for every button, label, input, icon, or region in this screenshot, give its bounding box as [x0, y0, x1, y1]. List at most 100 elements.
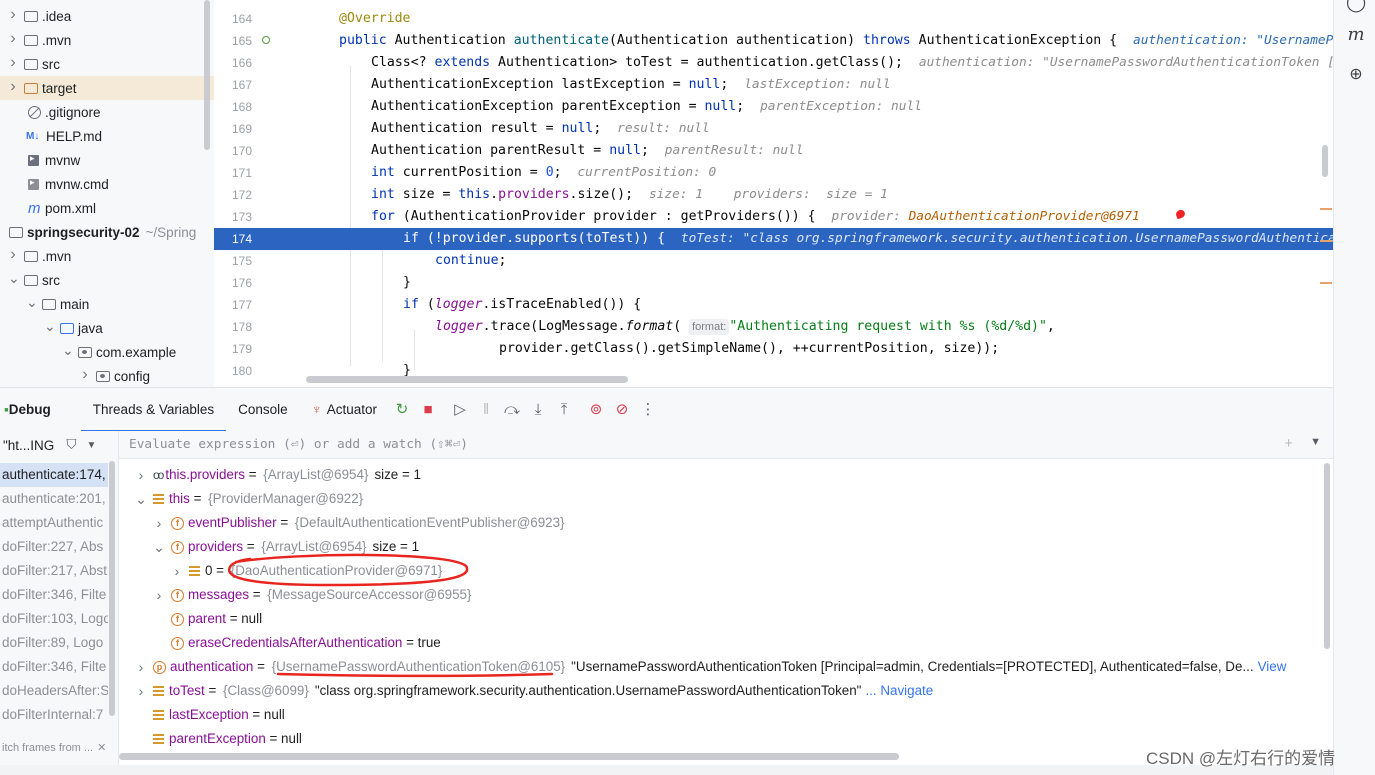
tree-item-com-example[interactable]: com.example — [0, 340, 214, 364]
frame-row[interactable]: doFilter:346, Filte — [0, 655, 108, 679]
variable-row[interactable]: › oo this.providers = {ArrayList@6954} size… — [119, 463, 1333, 487]
code-line-170[interactable]: Authentication parentResult = null; pare… — [306, 140, 1333, 162]
code-line-178[interactable]: logger.trace(LogMessage.format( format: "… — [306, 316, 1333, 338]
chevron-down-icon[interactable] — [44, 323, 54, 334]
frames-scrollbar[interactable] — [109, 461, 115, 716]
variable-row[interactable]: › f messages = {MessageSourceAccessor@6955… — [119, 583, 1333, 607]
view-link[interactable]: View — [1258, 655, 1287, 679]
tree-item-target[interactable]: target — [0, 76, 214, 100]
step-over-icon[interactable]: ⤼ — [499, 397, 525, 423]
chevron-down-icon[interactable]: ▼ — [86, 440, 96, 451]
frame-row[interactable]: doFilterInternal:7 — [0, 703, 108, 727]
navigate-link[interactable]: ... Navigate — [865, 679, 933, 703]
debug-tool-title[interactable]: ▪Debug — [0, 388, 63, 432]
chevron-right-icon[interactable] — [8, 58, 18, 70]
tree-item-module[interactable]: springsecurity-02 ~/Spring — [0, 220, 214, 244]
variable-row[interactable]: lastException = null — [119, 703, 1333, 727]
tree-item-mvn[interactable]: .mvn — [0, 28, 214, 52]
more-options-icon[interactable]: ⋮ — [635, 397, 661, 423]
frame-row[interactable]: authenticate:174, — [0, 463, 108, 487]
chevron-right-icon[interactable] — [8, 250, 18, 262]
step-out-icon[interactable]: ⤒ — [551, 397, 577, 423]
mute-breakpoints-icon[interactable]: ⊘ — [609, 397, 635, 423]
code-line-165[interactable]: public Authentication authenticate(Authe… — [306, 30, 1333, 52]
frame-row[interactable]: attemptAuthentic — [0, 511, 108, 535]
stop-icon[interactable]: ■ — [415, 397, 441, 423]
chevron-right-icon[interactable] — [8, 10, 18, 22]
variables-vertical-scrollbar[interactable] — [1324, 463, 1330, 649]
chevron-down-icon[interactable]: ⌄ — [135, 487, 147, 511]
rerun-icon[interactable]: ↻ — [389, 397, 415, 423]
variable-row[interactable]: › f eventPublisher = {DefaultAuthenticatio… — [119, 511, 1333, 535]
chevron-down-icon[interactable]: ⌄ — [153, 535, 165, 559]
code-line-164[interactable]: @Override — [306, 8, 1333, 30]
code-editor[interactable]: @Override public Authentication authenti… — [306, 0, 1333, 387]
tree-item-main[interactable]: main — [0, 292, 214, 316]
code-line-167[interactable]: AuthenticationException lastException = … — [306, 74, 1333, 96]
tree-item-idea[interactable]: .idea — [0, 4, 214, 28]
code-line-171[interactable]: int currentPosition = 0; currentPosition… — [306, 162, 1333, 184]
tree-item-help-md[interactable]: M↓ HELP.md — [0, 124, 214, 148]
tree-item-src-2[interactable]: src — [0, 268, 214, 292]
editor-vertical-scrollbar[interactable] — [1322, 145, 1328, 177]
chevron-down-icon[interactable] — [26, 299, 36, 310]
close-icon[interactable]: ✕ — [97, 742, 106, 754]
tree-item-config[interactable]: config — [0, 364, 214, 387]
variable-row[interactable]: f parent = null — [119, 607, 1333, 631]
variable-row[interactable]: ⌄ this = {ProviderManager@6922} — [119, 487, 1333, 511]
maven-tool-icon[interactable]: m — [1346, 24, 1366, 45]
tree-item-mvnw[interactable]: mvnw — [0, 148, 214, 172]
add-watch-icon[interactable]: + — [1284, 435, 1293, 452]
frame-row[interactable]: doFilter:227, Abs — [0, 535, 108, 559]
tree-scrollbar[interactable] — [204, 0, 210, 150]
variable-row[interactable]: › toTest = {Class@6099} "class org.springf… — [119, 679, 1333, 703]
variables-horizontal-scrollbar[interactable] — [119, 753, 899, 760]
chevron-right-icon[interactable]: › — [153, 583, 165, 607]
switch-frames-hint[interactable]: itch frames from ... ✕ — [0, 741, 118, 754]
code-line-177[interactable]: if (logger.isTraceEnabled()) { — [306, 294, 1333, 316]
frame-row[interactable]: doFilter:89, Logo — [0, 631, 108, 655]
chevron-right-icon[interactable]: › — [135, 679, 147, 703]
chevron-down-icon[interactable]: ▼ — [1310, 436, 1321, 448]
code-line-175[interactable]: continue; — [306, 250, 1333, 272]
tree-item-pom-xml[interactable]: m pom.xml — [0, 196, 214, 220]
chevron-right-icon[interactable] — [8, 34, 18, 46]
notifications-icon[interactable]: ◯ — [1346, 0, 1366, 12]
chevron-right-icon[interactable] — [8, 82, 18, 94]
tree-item-gitignore[interactable]: .gitignore — [0, 100, 214, 124]
tree-item-java[interactable]: java — [0, 316, 214, 340]
pause-icon[interactable]: ‖ — [473, 397, 499, 423]
editor-horizontal-scrollbar[interactable] — [306, 376, 628, 383]
code-line-172[interactable]: int size = this.providers.size(); size: … — [306, 184, 1333, 206]
chevron-right-icon[interactable] — [80, 370, 90, 382]
code-line-174-execution-point[interactable]: if (!provider.supports(toTest)) { toTest… — [306, 228, 1333, 250]
chevron-right-icon[interactable]: › — [171, 559, 183, 583]
variable-row[interactable]: › p authentication = {UsernamePasswordAuth… — [119, 655, 1333, 679]
chevron-down-icon[interactable] — [8, 275, 18, 286]
override-method-icon[interactable] — [262, 36, 270, 44]
variable-row[interactable]: › 0 = {DaoAuthenticationProvider@6971} — [119, 559, 1333, 583]
chevron-right-icon[interactable]: › — [135, 655, 147, 679]
frame-row[interactable]: authenticate:201, — [0, 487, 108, 511]
tab-threads-variables[interactable]: Threads & Variables — [80, 388, 227, 432]
database-icon[interactable]: ⊕ — [1346, 64, 1366, 84]
frame-row[interactable]: doFilter:217, Abst — [0, 559, 108, 583]
tree-item-mvnw-cmd[interactable]: mvnw.cmd — [0, 172, 214, 196]
code-line-179[interactable]: provider.getClass().getSimpleName(), ++c… — [306, 338, 1333, 360]
chevron-right-icon[interactable]: › — [153, 511, 165, 535]
view-breakpoints-icon[interactable]: ⊚ — [583, 397, 609, 423]
code-line-168[interactable]: AuthenticationException parentException … — [306, 96, 1333, 118]
chevron-down-icon[interactable] — [62, 347, 72, 358]
step-into-icon[interactable]: ⤓ — [525, 397, 551, 423]
code-line-169[interactable]: Authentication result = null; result: nu… — [306, 118, 1333, 140]
variable-row[interactable]: f eraseCredentialsAfterAuthentication = t… — [119, 631, 1333, 655]
tree-item-mvn-2[interactable]: .mvn — [0, 244, 214, 268]
resume-icon[interactable]: ▷ — [447, 397, 473, 423]
filter-icon[interactable]: ⛉ — [66, 437, 76, 453]
code-line-166[interactable]: Class<? extends Authentication> toTest =… — [306, 52, 1333, 74]
tree-item-src[interactable]: src — [0, 52, 214, 76]
frame-row[interactable]: doHeadersAfter:S — [0, 679, 108, 703]
code-line-176[interactable]: } — [306, 272, 1333, 294]
tab-actuator[interactable]: ♆ Actuator — [300, 388, 389, 432]
frame-row[interactable]: doFilter:346, Filte — [0, 583, 108, 607]
